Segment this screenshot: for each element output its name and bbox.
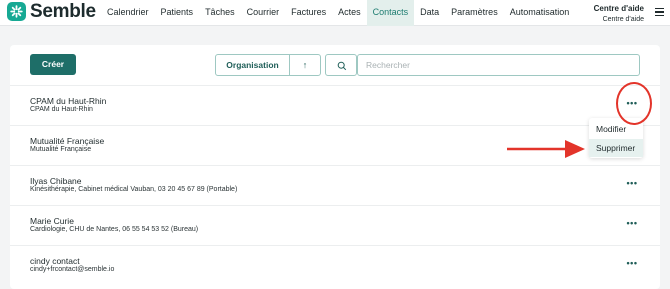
nav-item-actes[interactable]: Actes bbox=[332, 0, 367, 26]
help-center-title: Centre d'aide bbox=[593, 4, 644, 13]
contact-row[interactable]: Marie Curie Cardiologie, CHU de Nantes, … bbox=[10, 205, 660, 245]
nav-item-automatisation[interactable]: Automatisation bbox=[504, 0, 576, 26]
contact-detail: Mutualité Française bbox=[30, 146, 92, 153]
contacts-panel: Créer Organisation ↑ CPAM du Haut-Rhin C… bbox=[10, 45, 660, 289]
contact-detail: cindy+frcontact@semble.io bbox=[30, 266, 115, 273]
search-icon bbox=[337, 61, 347, 71]
delete-menu-item[interactable]: Supprimer bbox=[589, 139, 643, 157]
nav-item-data[interactable]: Data bbox=[414, 0, 445, 26]
nav-item-taches[interactable]: Tâches bbox=[199, 0, 241, 26]
contact-row[interactable]: Ilyas Chibane Kinésithérapie, Cabinet mé… bbox=[10, 165, 660, 205]
hamburger-menu-icon[interactable] bbox=[655, 8, 664, 17]
nav-item-parametres[interactable]: Paramètres bbox=[445, 0, 504, 26]
contact-detail: Cardiologie, CHU de Nantes, 06 55 54 53 … bbox=[30, 226, 199, 233]
nav-item-calendrier[interactable]: Calendrier bbox=[101, 0, 155, 26]
nav-item-courrier[interactable]: Courrier bbox=[241, 0, 286, 26]
contact-name: CPAM du Haut-Rhin bbox=[30, 96, 107, 106]
contact-name: cindy contact bbox=[30, 256, 80, 266]
sort-control: Organisation ↑ bbox=[215, 54, 321, 76]
nav-item-factures[interactable]: Factures bbox=[285, 0, 332, 26]
red-arrow-annotation-icon bbox=[507, 140, 585, 158]
contact-detail: Kinésithérapie, Cabinet médical Vauban, … bbox=[30, 186, 238, 193]
contact-name: Mutualité Française bbox=[30, 136, 105, 146]
help-center-link[interactable]: Centre d'aide Centre d'aide bbox=[594, 3, 644, 25]
sort-direction-arrow-up-icon[interactable]: ↑ bbox=[290, 55, 320, 75]
more-options-icon[interactable]: ••• bbox=[624, 178, 640, 192]
more-options-icon[interactable]: ••• bbox=[624, 218, 640, 232]
nav-item-contacts[interactable]: Contacts bbox=[366, 0, 415, 26]
contact-row[interactable]: cindy contact cindy+frcontact@semble.io … bbox=[10, 245, 660, 285]
main-nav: Calendrier Patients Tâches Courrier Fact… bbox=[101, 0, 575, 26]
contact-name: Marie Curie bbox=[30, 216, 74, 226]
app-name[interactable]: Semble bbox=[30, 1, 96, 23]
contact-row[interactable]: CPAM du Haut-Rhin CPAM du Haut-Rhin ••• bbox=[10, 85, 660, 125]
red-circle-annotation bbox=[616, 82, 652, 125]
contact-list: CPAM du Haut-Rhin CPAM du Haut-Rhin ••• … bbox=[10, 85, 660, 285]
top-navigation-bar: Semble Calendrier Patients Tâches Courri… bbox=[0, 0, 670, 26]
help-center-subtitle: Centre d'aide bbox=[602, 16, 644, 23]
contact-detail: CPAM du Haut-Rhin bbox=[30, 106, 93, 113]
contact-name: Ilyas Chibane bbox=[30, 176, 82, 186]
sort-field-button[interactable]: Organisation bbox=[216, 55, 290, 75]
more-options-icon[interactable]: ••• bbox=[624, 258, 640, 272]
nav-item-patients[interactable]: Patients bbox=[155, 0, 200, 26]
search-button[interactable] bbox=[325, 54, 357, 76]
create-contact-button[interactable]: Créer bbox=[30, 54, 76, 75]
semble-logo-icon[interactable] bbox=[7, 2, 26, 21]
search-input[interactable] bbox=[357, 54, 640, 76]
